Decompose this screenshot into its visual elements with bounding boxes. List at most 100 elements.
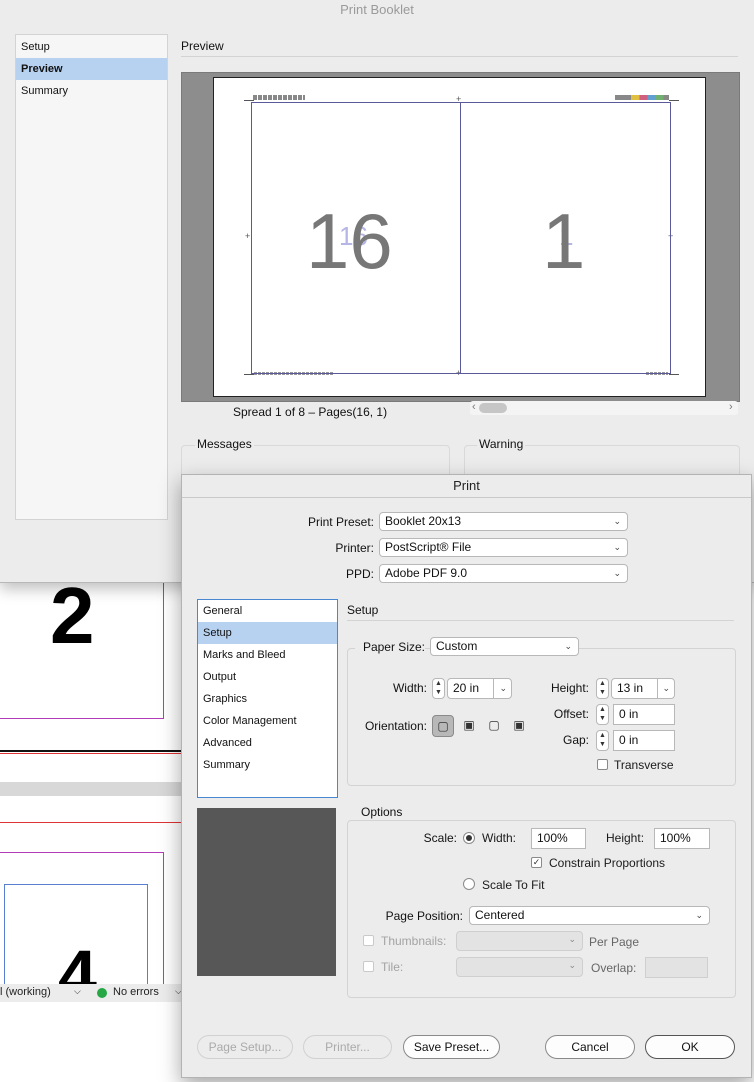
booklet-nav-setup[interactable]: Setup: [16, 36, 167, 58]
print-preset-select[interactable]: Booklet 20x13 ⌄: [379, 512, 628, 531]
gap-stepper[interactable]: ▲ ▼: [596, 730, 609, 751]
page-position-value: Centered: [475, 908, 525, 922]
printer-button: Printer...: [303, 1035, 392, 1059]
save-preset-button[interactable]: Save Preset...: [403, 1035, 500, 1059]
orientation-label: Orientation:: [364, 719, 427, 733]
width-label: Width:: [392, 681, 427, 695]
crop-mark: [669, 100, 679, 101]
chevron-left-icon[interactable]: ‹: [472, 401, 476, 413]
color-bar: [615, 95, 669, 100]
scale-width-radio[interactable]: [463, 832, 475, 844]
left-page-number: 16: [306, 197, 393, 285]
profile-label[interactable]: l (working): [0, 986, 51, 998]
status-bar: l (working) ⌵ No errors ⌵: [0, 984, 190, 1002]
scale-height-value: 100%: [660, 831, 691, 845]
offset-input[interactable]: 0 in: [613, 704, 675, 725]
reverse-portrait-orientation-icon[interactable]: ▢: [483, 715, 505, 737]
chevron-right-icon[interactable]: ›: [729, 401, 733, 413]
height-label: Height:: [550, 681, 589, 695]
booklet-nav-preview[interactable]: Preview: [16, 58, 167, 80]
printer-value: PostScript® File: [385, 540, 472, 554]
width-unit-dropdown[interactable]: ⌄: [493, 678, 512, 699]
doc-gray-band: [0, 782, 190, 796]
transverse-checkbox[interactable]: [597, 759, 608, 770]
paper-size-select[interactable]: Custom ⌄: [430, 637, 579, 656]
printer-select[interactable]: PostScript® File ⌄: [379, 538, 628, 557]
offset-value: 0 in: [619, 707, 639, 721]
portrait-orientation-icon[interactable]: ▢: [432, 715, 454, 737]
paper-size-value: Custom: [436, 639, 478, 653]
scale-height-input[interactable]: 100%: [654, 828, 710, 849]
height-input[interactable]: 13 in: [611, 678, 658, 699]
chevron-down-icon: ⌄: [564, 641, 572, 651]
print-nav-advanced[interactable]: Advanced: [198, 732, 337, 754]
chevron-down-icon: ⌄: [499, 683, 507, 693]
tile-checkbox: [363, 961, 374, 972]
setup-divider: [347, 620, 734, 621]
page-setup-button: Page Setup...: [197, 1035, 293, 1059]
doc-spread-divider-red: [0, 753, 190, 754]
width-input[interactable]: 20 in: [447, 678, 494, 699]
options-heading: Options: [358, 805, 406, 819]
scale-width-value: 100%: [537, 831, 568, 845]
print-preset-label: Print Preset:: [307, 515, 374, 529]
landscape-orientation-icon[interactable]: ▣: [458, 715, 480, 737]
tile-select: ⌄: [456, 957, 583, 977]
doc-spread-divider: [0, 750, 190, 752]
scale-height-label: Height:: [606, 831, 645, 845]
scale-to-fit-radio[interactable]: [463, 878, 475, 890]
height-unit-dropdown[interactable]: ⌄: [657, 678, 675, 699]
printer-marks-bar: [253, 95, 305, 100]
chevron-down-icon: ⌄: [568, 934, 576, 944]
chevron-down-icon: ⌄: [613, 542, 621, 552]
chevron-down-icon[interactable]: ⌵: [74, 986, 81, 997]
height-value: 13 in: [617, 681, 644, 695]
doc-page-number: 4: [58, 940, 97, 984]
page-position-select[interactable]: Centered ⌄: [469, 906, 710, 925]
booklet-nav-summary[interactable]: Summary: [16, 80, 167, 102]
print-nav-setup[interactable]: Setup: [198, 622, 337, 644]
print-nav-color-management[interactable]: Color Management: [198, 710, 337, 732]
scrollbar-thumb[interactable]: [479, 403, 507, 413]
print-nav-output[interactable]: Output: [198, 666, 337, 688]
constrain-proportions-checkbox[interactable]: ✓: [531, 857, 542, 868]
right-page-number: 1: [542, 197, 586, 285]
print-nav-summary[interactable]: Summary: [198, 754, 337, 776]
print-nav-general[interactable]: General: [198, 600, 337, 622]
heading-divider: [181, 56, 738, 57]
paper-size-label: Paper Size:: [355, 640, 425, 654]
gap-input[interactable]: 0 in: [613, 730, 675, 751]
transverse-label: Transverse: [614, 758, 674, 772]
title-divider: [182, 497, 751, 498]
chevron-down-icon: ⌄: [613, 568, 621, 578]
scale-width-input[interactable]: 100%: [531, 828, 586, 849]
ppd-select[interactable]: Adobe PDF 9.0 ⌄: [379, 564, 628, 583]
print-preset-value: Booklet 20x13: [385, 514, 462, 528]
page-position-label: Page Position:: [385, 909, 463, 923]
ppd-label: PPD:: [345, 567, 374, 581]
ppd-value: Adobe PDF 9.0: [385, 566, 468, 580]
setup-heading: Setup: [347, 603, 379, 617]
print-nav-list: General Setup Marks and Bleed Output Gra…: [197, 599, 338, 798]
chevron-down-icon: ⌄: [695, 910, 703, 920]
reverse-landscape-orientation-icon[interactable]: ▣: [508, 715, 530, 737]
width-stepper[interactable]: ▲ ▼: [432, 678, 445, 699]
offset-stepper[interactable]: ▲ ▼: [596, 704, 609, 725]
print-nav-marks-and-bleed[interactable]: Marks and Bleed: [198, 644, 337, 666]
booklet-nav-list: Setup Preview Summary: [15, 34, 168, 520]
chevron-down-icon: ⌄: [662, 683, 670, 693]
ok-button[interactable]: OK: [645, 1035, 735, 1059]
per-page-label: Per Page: [589, 935, 640, 949]
spread-scrollbar[interactable]: [470, 401, 738, 415]
spread-label: Spread 1 of 8 – Pages(16, 1): [233, 405, 388, 419]
gap-label: Gap:: [562, 733, 589, 747]
crop-mark: [244, 374, 254, 375]
printer-label: Printer:: [335, 541, 374, 555]
offset-label: Offset:: [553, 707, 589, 721]
print-nav-graphics[interactable]: Graphics: [198, 688, 337, 710]
preview-paper: + + + + 16 16 1 1: [213, 77, 706, 397]
gap-value: 0 in: [619, 733, 639, 747]
overlap-label: Overlap:: [591, 961, 637, 975]
cancel-button[interactable]: Cancel: [545, 1035, 635, 1059]
height-stepper[interactable]: ▲ ▼: [596, 678, 609, 699]
